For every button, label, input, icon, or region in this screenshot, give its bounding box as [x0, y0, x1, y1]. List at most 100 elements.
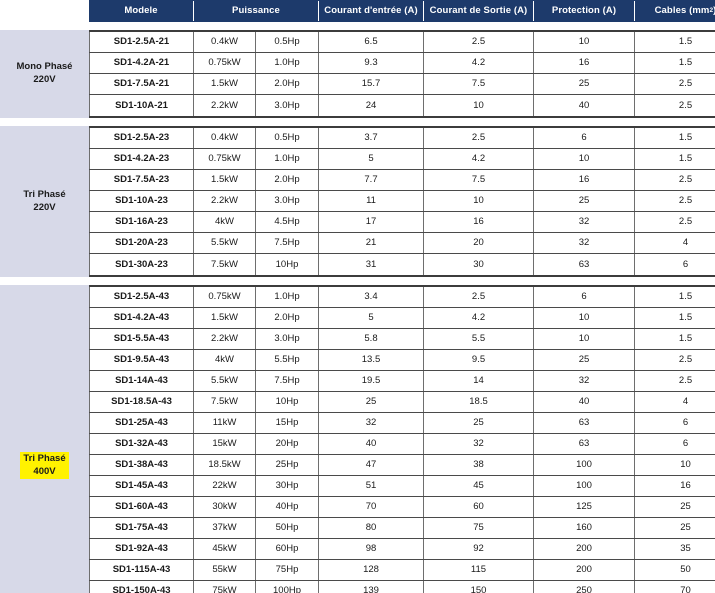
cell-modele: SD1-60A-43: [89, 497, 194, 517]
cell-modele: SD1-2.5A-23: [89, 128, 194, 148]
table-row: SD1-7.5A-21 1.5kW 2.0Hp 15.7 7.5 25 2.5: [89, 74, 715, 95]
cell-courant-sortie: 92: [424, 539, 534, 559]
cell-cables: 16: [680, 480, 691, 492]
table-row: SD1-4.2A-23 0.75kW 1.0Hp 5 4.2 10 1.5: [89, 149, 715, 170]
cell-puissance-kw: 5.5kW: [194, 233, 256, 253]
cell-courant-entree: 70: [319, 497, 424, 517]
table-row: SD1-4.2A-43 1.5kW 2.0Hp 5 4.2 10 1.5: [89, 308, 715, 329]
cell-puissance-kw: 75kW: [194, 581, 256, 593]
table-group: Mono Phasé 220V SD1-2.5A-21 0.4kW 0.5Hp 6.5 2.…: [0, 30, 715, 118]
group-label-line2: 220V: [33, 201, 56, 213]
table-row: SD1-7.5A-23 1.5kW 2.0Hp 7.7 7.5 16 2.5: [89, 170, 715, 191]
cell-courant-entree: 31: [319, 254, 424, 275]
cell-puissance-kw: 2.2kW: [194, 95, 256, 116]
cell-courant-entree: 139: [319, 581, 424, 593]
table-row: SD1-30A-23 7.5kW 10Hp 31 30 63 6: [89, 254, 715, 275]
group-label-line1: Tri Phasé: [23, 188, 66, 200]
cell-modele: SD1-30A-23: [89, 254, 194, 275]
column-header-protection: Protection (A): [534, 1, 635, 21]
header-cells: Modele Puissance Courant d'entrée (A) Co…: [89, 0, 715, 22]
cell-courant-entree: 17: [319, 212, 424, 232]
cell-courant-sortie: 4.2: [424, 308, 534, 328]
cell-courant-entree: 98: [319, 539, 424, 559]
cell-cables: 1.5: [678, 333, 693, 345]
table-row: SD1-2.5A-23 0.4kW 0.5Hp 3.7 2.5 6 1.5: [89, 128, 715, 149]
cell-protection: 10: [534, 308, 635, 328]
cell-modele: SD1-4.2A-23: [89, 149, 194, 169]
cell-courant-sortie: 2.5: [424, 287, 534, 307]
cell-puissance-kw: 0.75kW: [194, 287, 256, 307]
cell-puissance-hp: 3.0Hp: [256, 329, 319, 349]
cell-courant-entree: 24: [319, 95, 424, 116]
cell-courant-sortie: 45: [424, 476, 534, 496]
cell-modele: SD1-150A-43: [89, 581, 194, 593]
cell-modele: SD1-14A-43: [89, 371, 194, 391]
cell-courant-sortie: 32: [424, 434, 534, 454]
cell-modele: SD1-7.5A-21: [89, 74, 194, 94]
table-row: SD1-4.2A-21 0.75kW 1.0Hp 9.3 4.2 16 1.5: [89, 53, 715, 74]
column-header-modele: Modele: [89, 1, 194, 21]
cell-courant-sortie: 2.5: [424, 128, 534, 148]
cell-courant-entree: 128: [319, 560, 424, 580]
cell-modele: SD1-4.2A-43: [89, 308, 194, 328]
cell-protection: 200: [534, 560, 635, 580]
cell-courant-sortie: 9.5: [424, 350, 534, 370]
cell-courant-entree: 40: [319, 434, 424, 454]
cell-courant-sortie: 7.5: [424, 74, 534, 94]
table-header-row: Modele Puissance Courant d'entrée (A) Co…: [0, 0, 715, 22]
cell-modele: SD1-75A-43: [89, 518, 194, 538]
cell-puissance-hp: 20Hp: [256, 434, 319, 454]
cell-cables: 1.5: [678, 36, 693, 48]
cell-puissance-hp: 100Hp: [256, 581, 319, 593]
cell-courant-entree: 3.7: [319, 128, 424, 148]
cell-protection: 16: [534, 170, 635, 190]
group-label-line1: Mono Phasé: [16, 61, 73, 73]
cell-modele: SD1-7.5A-23: [89, 170, 194, 190]
cell-puissance-kw: 0.4kW: [194, 32, 256, 52]
cell-courant-entree: 9.3: [319, 53, 424, 73]
table-row: SD1-2.5A-43 0.75kW 1.0Hp 3.4 2.5 6 1.5: [89, 287, 715, 308]
table-row: SD1-14A-43 5.5kW 7.5Hp 19.5 14 32 2.5: [89, 371, 715, 392]
cell-puissance-hp: 1.0Hp: [256, 149, 319, 169]
column-header-courant-sortie: Courant de Sortie (A): [424, 1, 534, 21]
cell-puissance-hp: 75Hp: [256, 560, 319, 580]
cell-courant-sortie: 60: [424, 497, 534, 517]
cell-modele: SD1-45A-43: [89, 476, 194, 496]
cell-courant-entree: 25: [319, 392, 424, 412]
cell-protection: 32: [534, 233, 635, 253]
cell-protection: 100: [534, 455, 635, 475]
cell-courant-sortie: 20: [424, 233, 534, 253]
cell-cables: 25: [680, 501, 691, 513]
cell-protection: 160: [534, 518, 635, 538]
cell-cables: 6: [682, 258, 689, 270]
cell-courant-sortie: 30: [424, 254, 534, 275]
cell-cables: 2.5: [678, 78, 693, 90]
cell-puissance-hp: 4.5Hp: [256, 212, 319, 232]
cell-courant-entree: 13.5: [319, 350, 424, 370]
column-header-courant-entree: Courant d'entrée (A): [319, 1, 424, 21]
cell-courant-sortie: 18.5: [424, 392, 534, 412]
cell-puissance-hp: 3.0Hp: [256, 95, 319, 116]
cell-puissance-hp: 5.5Hp: [256, 350, 319, 370]
cell-protection: 40: [534, 392, 635, 412]
table-row: SD1-115A-43 55kW 75Hp 128 115 200 50: [89, 560, 715, 581]
cell-cables: 1.5: [678, 291, 693, 303]
cell-protection: 10: [534, 32, 635, 52]
cell-modele: SD1-2.5A-43: [89, 287, 194, 307]
cell-courant-entree: 3.4: [319, 287, 424, 307]
cell-puissance-hp: 7.5Hp: [256, 371, 319, 391]
cell-puissance-kw: 37kW: [194, 518, 256, 538]
column-header-cables: Cables (mm2): [635, 1, 715, 21]
cell-puissance-hp: 10Hp: [256, 392, 319, 412]
cell-cables: 2.5: [678, 216, 693, 228]
cell-modele: SD1-10A-23: [89, 191, 194, 211]
cell-cables: 2.5: [678, 174, 693, 186]
cell-protection: 32: [534, 212, 635, 232]
cell-puissance-hp: 30Hp: [256, 476, 319, 496]
cell-cables: 1.5: [678, 153, 693, 165]
cell-puissance-kw: 45kW: [194, 539, 256, 559]
cell-protection: 100: [534, 476, 635, 496]
table-row: SD1-75A-43 37kW 50Hp 80 75 160 25: [89, 518, 715, 539]
cell-courant-sortie: 10: [424, 95, 534, 116]
table-row: SD1-60A-43 30kW 40Hp 70 60 125 25: [89, 497, 715, 518]
